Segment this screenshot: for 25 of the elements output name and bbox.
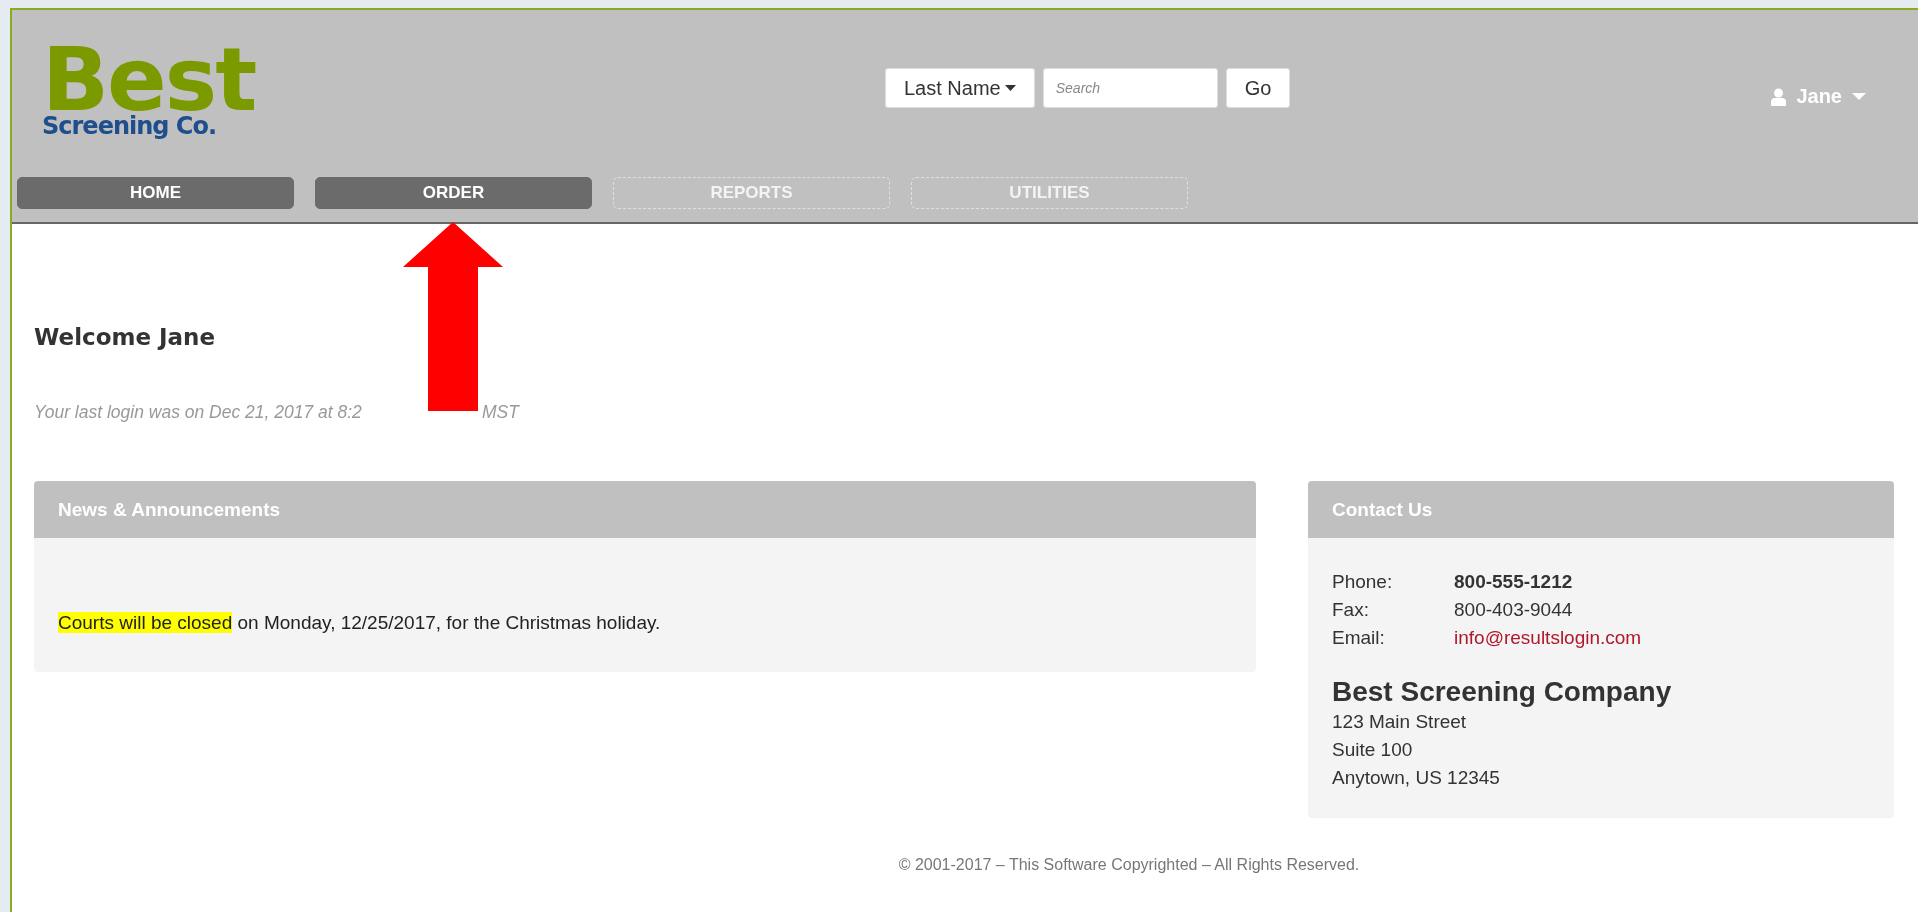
search-field-dropdown[interactable]: Last Name: [885, 68, 1035, 108]
nav-tab[interactable]: ORDER: [315, 177, 592, 209]
company-name: Best Screening Company: [1332, 676, 1673, 708]
search-field[interactable]: Search: [1042, 68, 1218, 108]
caret-icon: [1004, 85, 1016, 91]
contact-value: 800-555-1212: [1454, 570, 1574, 594]
welcome-heading: Welcome Jane: [34, 324, 217, 350]
panel-title: Contact Us: [1332, 498, 1433, 521]
last-login-text: MST: [482, 402, 519, 423]
address-line: 123 Main Street: [1332, 710, 1468, 734]
copyright-text: © 2001-2017 – This Software Copyrighted – All Rights Reserved.: [897, 856, 1361, 874]
contact-label: Email:: [1332, 626, 1386, 650]
panel-title: News & Announcements: [58, 498, 281, 521]
contact-value: 800-403-9044: [1454, 598, 1574, 622]
nav-tab[interactable]: HOME: [17, 177, 294, 209]
address-line: Anytown, US 12345: [1332, 766, 1501, 790]
contact-label: Fax:: [1332, 598, 1370, 622]
last-login-text: Your last login was on Dec 21, 2017 at 8:2: [34, 402, 363, 423]
contact-label: Phone:: [1332, 570, 1394, 594]
email-link[interactable]: info@resultslogin.com: [1454, 624, 1870, 652]
address-line: Suite 100: [1332, 738, 1414, 762]
go-button[interactable]: Go: [1225, 68, 1291, 108]
caret-icon: [1852, 93, 1866, 100]
user-icon: [1771, 87, 1787, 106]
announcement-text: Courts will be closed on Monday, 12/25/2017, for the Christmas holiday.: [58, 612, 662, 634]
